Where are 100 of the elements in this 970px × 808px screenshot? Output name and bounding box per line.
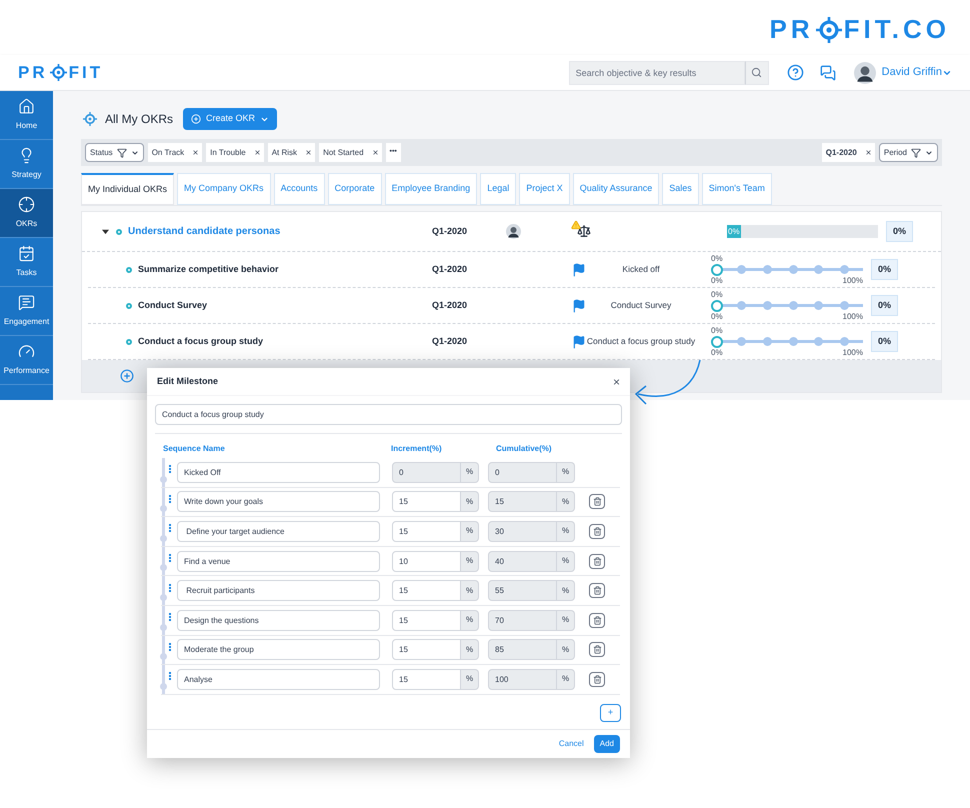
delete-button[interactable] xyxy=(589,524,605,539)
delete-button[interactable] xyxy=(589,642,605,658)
slider-reading: 0% xyxy=(711,290,724,300)
sequence-name-field[interactable]: Define your target audience xyxy=(177,520,380,542)
plus-icon xyxy=(191,114,202,124)
add-button[interactable]: Add xyxy=(594,734,620,753)
drag-handle-icon[interactable] xyxy=(169,494,171,503)
search-field[interactable]: Search objective & key results xyxy=(568,60,745,84)
delete-button[interactable] xyxy=(589,583,605,598)
slider-track[interactable] xyxy=(711,300,863,312)
drag-handle-icon[interactable] xyxy=(169,524,171,532)
increment-field[interactable]: 10 xyxy=(392,550,461,572)
milestone-status: Conduct a focus group study xyxy=(586,336,696,347)
slider-max: 100% xyxy=(842,276,863,286)
objective-title[interactable]: Understand candidate personas xyxy=(128,224,432,239)
period-text: Q1-2020 xyxy=(432,334,468,348)
period-text: Q1-2020 xyxy=(432,262,468,276)
increment-field[interactable]: 15 xyxy=(392,668,461,690)
filter-chip[interactable]: In Trouble xyxy=(206,143,264,162)
percent-addon: % xyxy=(557,668,575,690)
increment-field[interactable]: 15 xyxy=(392,610,461,631)
percent-addon: % xyxy=(557,491,575,512)
increment-field[interactable]: 15 xyxy=(392,580,461,602)
sequence-name-field[interactable]: Write down your goals xyxy=(177,491,380,512)
delete-button[interactable] xyxy=(589,612,605,628)
drag-handle-icon[interactable] xyxy=(169,584,171,592)
percent-addon: % xyxy=(557,639,575,660)
key-result-title[interactable]: Conduct a focus group study xyxy=(138,334,432,348)
tab[interactable]: Simon's Team xyxy=(702,173,772,205)
tab[interactable]: Project X xyxy=(519,173,570,205)
percent-addon: % xyxy=(461,491,479,512)
delete-button[interactable] xyxy=(589,672,605,687)
slider-thumb[interactable] xyxy=(711,264,723,276)
close-icon[interactable] xyxy=(372,149,379,156)
percent-badge: 0% xyxy=(871,330,898,352)
sequence-name-field[interactable]: Recruit participants xyxy=(177,580,380,602)
filter-chip[interactable]: Not Started xyxy=(319,143,382,162)
increment-field[interactable]: 15 xyxy=(392,491,461,512)
slider-track[interactable] xyxy=(711,336,863,348)
sidebar-item[interactable]: OKRs xyxy=(0,189,53,238)
drag-handle-icon[interactable] xyxy=(169,465,171,474)
user-menu[interactable]: David Griffin xyxy=(882,64,952,81)
tab[interactable]: Quality Assurance xyxy=(572,173,660,205)
gauge-icon xyxy=(18,343,35,360)
close-button[interactable]: × xyxy=(612,372,620,390)
drag-handle-icon[interactable] xyxy=(169,613,171,622)
sequence-name-field[interactable]: Design the questions xyxy=(177,610,380,631)
trash-icon xyxy=(592,674,602,684)
slider-thumb[interactable] xyxy=(711,336,723,348)
filter-chip[interactable]: At Risk xyxy=(268,143,316,162)
filter-chip[interactable]: Q1-2020 xyxy=(822,143,875,162)
slider-track[interactable] xyxy=(711,264,863,276)
help-icon[interactable] xyxy=(786,64,804,81)
filter-chip[interactable]: On Track xyxy=(148,143,202,162)
calendar-icon xyxy=(18,245,35,262)
cancel-link[interactable]: Cancel xyxy=(558,738,584,750)
slider-thumb[interactable] xyxy=(711,300,723,312)
trash-icon xyxy=(592,645,602,654)
flag-icon xyxy=(572,334,586,348)
target-icon xyxy=(50,64,67,81)
increment-field[interactable]: 15 xyxy=(392,639,461,660)
tab[interactable]: Employee Branding xyxy=(384,173,478,205)
drag-handle-icon[interactable] xyxy=(169,554,171,562)
slider-min: 0% xyxy=(711,276,723,286)
sequence-name-field[interactable]: Find a venue xyxy=(177,550,380,572)
delete-button[interactable] xyxy=(589,554,605,569)
add-row-button[interactable]: + xyxy=(600,704,621,722)
sequence-name-field[interactable]: Moderate the group xyxy=(177,639,380,660)
drag-handle-icon[interactable] xyxy=(169,642,171,651)
percent-addon: % xyxy=(461,639,479,660)
period-filter[interactable]: Period xyxy=(878,143,938,162)
avatar xyxy=(854,62,876,84)
tab[interactable]: My Company OKRs xyxy=(177,173,271,205)
tab[interactable]: My Individual OKRs xyxy=(81,173,174,205)
tab[interactable]: Sales xyxy=(662,173,699,205)
tab[interactable]: Legal xyxy=(480,173,516,205)
tab[interactable]: Accounts xyxy=(274,173,325,205)
drag-handle-icon[interactable] xyxy=(169,672,171,680)
chat-icon[interactable] xyxy=(820,64,836,80)
status-filter[interactable]: Status xyxy=(85,143,144,162)
tab[interactable]: Corporate xyxy=(328,173,382,205)
milestone-name-field[interactable]: Conduct a focus group study xyxy=(155,404,622,425)
key-result-title[interactable]: Conduct Survey xyxy=(138,298,432,312)
increment-field[interactable]: 15 xyxy=(392,520,461,542)
percent-addon: % xyxy=(461,520,479,542)
target-icon xyxy=(816,16,842,42)
key-result-title[interactable]: Summarize competitive behavior xyxy=(138,262,432,276)
search-icon xyxy=(751,67,762,78)
percent-addon: % xyxy=(557,580,575,602)
close-icon[interactable] xyxy=(254,149,261,156)
trash-icon xyxy=(592,616,602,625)
progress-label: 0% xyxy=(727,225,741,238)
delete-button[interactable] xyxy=(589,494,605,510)
create-okr-button[interactable]: Create OKR xyxy=(183,108,278,130)
add-icon[interactable] xyxy=(120,369,134,383)
close-icon[interactable] xyxy=(305,149,312,156)
close-icon[interactable] xyxy=(864,149,872,156)
sequence-name-field[interactable]: Analyse xyxy=(177,668,380,690)
search-button[interactable] xyxy=(744,60,769,84)
close-icon[interactable] xyxy=(192,149,200,156)
